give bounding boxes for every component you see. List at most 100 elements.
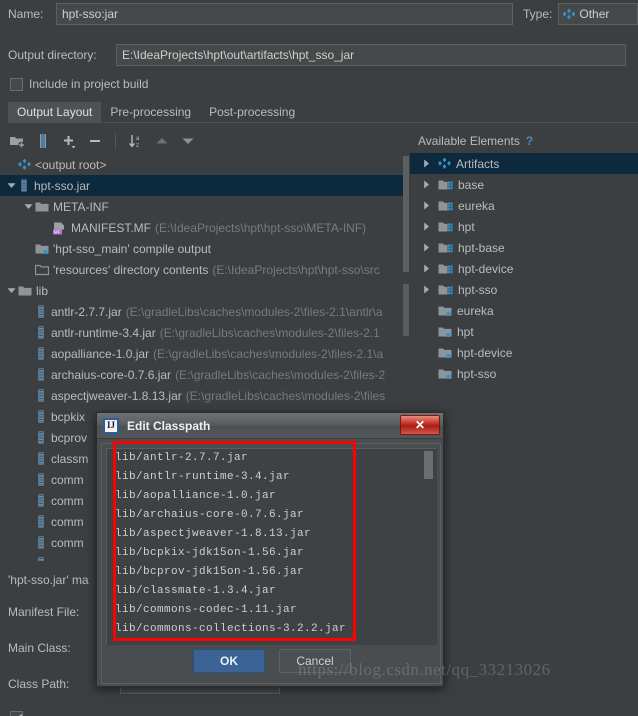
- tab-pre-processing[interactable]: Pre-processing: [101, 102, 200, 122]
- tree-node[interactable]: 'resources' directory contents (E:\IdeaPr…: [0, 259, 410, 280]
- tree-node[interactable]: antlr-runtime-3.4.jar (E:\gradleLibs\cach…: [0, 322, 410, 343]
- watermark: https://blog.csdn.net/qq_33213026: [298, 660, 551, 679]
- move-down-icon[interactable]: [177, 130, 199, 152]
- classpath-textarea[interactable]: lib/antlr-2.7.7.jar lib/antlr-runtime-3.4…: [106, 448, 437, 645]
- artifact-icon: [438, 157, 451, 170]
- textarea-scrollbar[interactable]: [424, 451, 433, 641]
- tree-node[interactable]: archaius-core-0.7.6.jar (E:\gradleLibs\ca…: [0, 364, 410, 385]
- output-directory-input[interactable]: E:\IdeaProjects\hpt\out\artifacts\hpt_ss…: [116, 44, 626, 66]
- available-element-node[interactable]: base: [410, 174, 638, 195]
- remove-icon[interactable]: [84, 130, 106, 152]
- module-output-icon: [438, 305, 452, 317]
- archive-icon: [35, 494, 47, 507]
- manifest-icon: MF: [52, 221, 67, 235]
- dialog-titlebar[interactable]: IJ Edit Classpath ✕: [97, 413, 443, 439]
- classpath-line: lib/aopalliance-1.0.jar: [115, 490, 277, 502]
- expand-toggle-icon[interactable]: [4, 181, 18, 190]
- tree-node[interactable]: antlr-2.7.7.jar (E:\gradleLibs\caches\mod…: [0, 301, 410, 322]
- module-output-icon: [438, 368, 452, 380]
- available-element-node[interactable]: hpt: [410, 321, 638, 342]
- available-element-node[interactable]: hpt-device: [410, 258, 638, 279]
- available-element-node[interactable]: Artifacts: [410, 153, 638, 174]
- tree-node[interactable]: hpt-sso.jar: [0, 175, 410, 196]
- tab-post-processing[interactable]: Post-processing: [200, 102, 304, 122]
- tree-node[interactable]: aopalliance-1.0.jar (E:\gradleLibs\caches…: [0, 343, 410, 364]
- tree-node[interactable]: lib: [0, 280, 410, 301]
- tree-node-label: aopalliance-1.0.jar: [51, 346, 150, 361]
- tree-node[interactable]: META-INF: [0, 196, 410, 217]
- include-in-project-build-checkbox[interactable]: [10, 77, 23, 91]
- available-elements-title: Available Elements: [418, 133, 520, 148]
- ok-button[interactable]: OK: [193, 649, 265, 673]
- include-in-project-build-label: Include in project build: [29, 77, 149, 91]
- tab-output-layout[interactable]: Output Layout: [8, 102, 102, 122]
- expand-toggle-icon[interactable]: [422, 201, 438, 210]
- available-element-label: eureka: [458, 198, 495, 213]
- available-element-node[interactable]: hpt-base: [410, 237, 638, 258]
- dialog-body: lib/antlr-2.7.7.jar lib/antlr-runtime-3.4…: [101, 443, 441, 684]
- include-in-project-build-row[interactable]: Include in project build: [10, 77, 148, 91]
- tree-node-label: 'resources' directory contents: [53, 262, 209, 277]
- tree-node-path: (E:\gradleLibs\caches\modules-2\files-2.…: [153, 346, 384, 361]
- available-element-node[interactable]: eureka: [410, 300, 638, 321]
- module-icon: [438, 221, 453, 233]
- close-icon[interactable]: ✕: [400, 415, 440, 435]
- available-element-label: hpt-sso: [457, 366, 497, 381]
- available-element-node[interactable]: hpt-device: [410, 342, 638, 363]
- expand-toggle-icon[interactable]: [422, 180, 438, 189]
- tree-scrollbar-thumb-secondary[interactable]: [403, 284, 409, 336]
- tree-node-label: MANIFEST.MF: [71, 220, 151, 235]
- toolbar-separator: [115, 133, 116, 149]
- expand-toggle-icon[interactable]: [422, 243, 438, 252]
- archive-icon: [35, 389, 47, 402]
- expand-toggle-icon[interactable]: [422, 159, 438, 168]
- tree-node-label: bcpkix: [51, 409, 86, 424]
- available-element-node[interactable]: hpt: [410, 216, 638, 237]
- archive-icon: [35, 431, 47, 444]
- type-combo[interactable]: Other: [558, 3, 638, 25]
- tree-node[interactable]: <output root>: [0, 154, 410, 175]
- classpath-line: lib/commons-codec-1.11.jar: [115, 604, 298, 616]
- tree-node-path: (E:\gradleLibs\caches\modules-2\files: [185, 388, 386, 403]
- archive-icon: [35, 452, 47, 465]
- available-element-node[interactable]: hpt-sso: [410, 279, 638, 300]
- help-icon[interactable]: ?: [526, 134, 533, 148]
- tree-node-label: comm: [51, 514, 84, 529]
- dialog-title: Edit Classpath: [127, 418, 211, 433]
- add-directory-icon[interactable]: [6, 130, 28, 152]
- tree-scrollbar-thumb[interactable]: [403, 156, 409, 272]
- textarea-scrollbar-thumb[interactable]: [424, 451, 433, 479]
- tree-node-path: (E:\IdeaProjects\hpt\hpt-sso\src: [212, 262, 380, 277]
- available-element-label: eureka: [457, 303, 494, 318]
- type-value: Other: [579, 7, 610, 21]
- move-up-icon[interactable]: [151, 130, 173, 152]
- tree-node[interactable]: 'hpt-sso_main' compile output: [0, 238, 410, 259]
- expand-toggle-icon[interactable]: [4, 286, 18, 295]
- name-input[interactable]: hpt-sso:jar: [56, 3, 513, 25]
- tree-node-label: comm: [51, 472, 84, 487]
- tree-node-label: 'hpt-sso_main' compile output: [53, 241, 211, 256]
- expand-toggle-icon[interactable]: [422, 222, 438, 231]
- module-icon: [438, 200, 453, 212]
- show-contents-row[interactable]: [10, 711, 23, 716]
- tree-node[interactable]: aspectjweaver-1.8.13.jar (E:\gradleLibs\c…: [0, 385, 410, 406]
- name-row: Name: hpt-sso:jar Type: Other: [0, 0, 638, 28]
- tree-node-label: comm: [51, 493, 84, 508]
- sort-alphabetically-icon[interactable]: az: [125, 130, 147, 152]
- expand-toggle-icon[interactable]: [21, 202, 35, 211]
- module-icon: [438, 179, 453, 191]
- available-elements-header: Available Elements ?: [410, 128, 638, 153]
- add-archive-icon[interactable]: [32, 130, 54, 152]
- archive-icon: [35, 410, 47, 423]
- show-contents-checkbox[interactable]: [10, 711, 23, 716]
- expand-toggle-icon[interactable]: [422, 285, 438, 294]
- expand-toggle-icon[interactable]: [422, 264, 438, 273]
- available-element-node[interactable]: hpt-sso: [410, 363, 638, 384]
- add-icon[interactable]: [58, 130, 80, 152]
- tree-node[interactable]: MF MANIFEST.MF (E:\IdeaProjects\hpt\hpt-ss…: [0, 217, 410, 238]
- available-element-label: hpt-base: [458, 240, 505, 255]
- archive-icon: [35, 536, 47, 549]
- available-element-node[interactable]: eureka: [410, 195, 638, 216]
- module-icon: [438, 284, 453, 296]
- classpath-line: lib/commons-collections-3.2.2.jar: [115, 623, 347, 635]
